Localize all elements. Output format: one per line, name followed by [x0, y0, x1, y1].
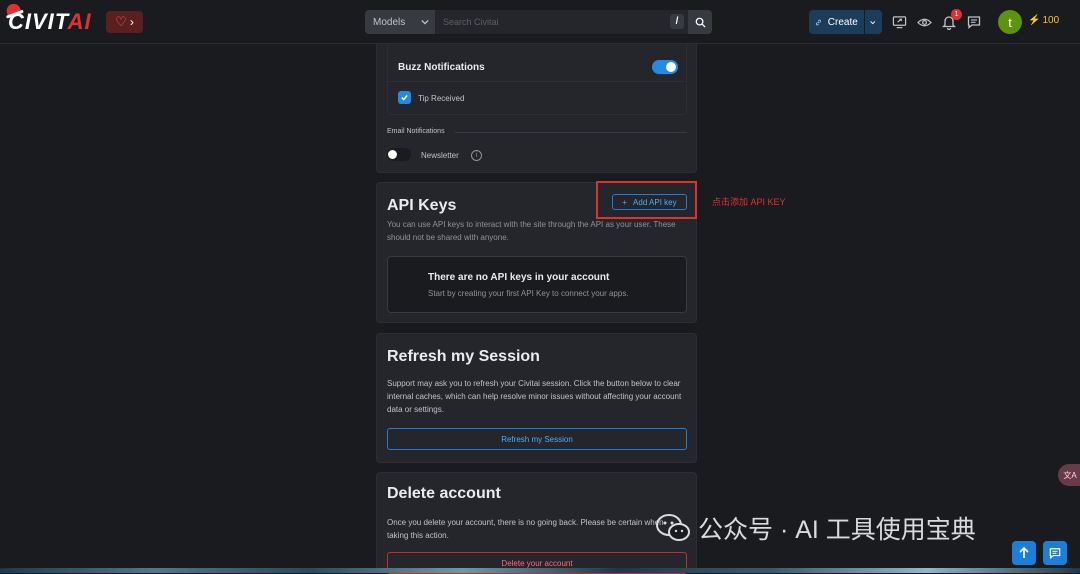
- refresh-session-button-label: Refresh my Session: [501, 434, 573, 444]
- message-icon: [1049, 548, 1061, 559]
- search-input[interactable]: [435, 10, 688, 34]
- screen-share-icon[interactable]: [890, 13, 908, 31]
- tip-received-label: Tip Received: [418, 94, 465, 103]
- chevron-down-icon[interactable]: [870, 18, 876, 27]
- divider: [388, 81, 686, 82]
- buzz-notifications-group: Buzz Notifications Tip Received: [387, 44, 687, 115]
- notification-count-badge: 1: [951, 9, 962, 20]
- api-keys-title: API Keys: [387, 197, 457, 214]
- eye-settings-icon[interactable]: [915, 13, 933, 31]
- logo-text-accent: AI: [67, 9, 92, 34]
- newsletter-toggle[interactable]: [387, 148, 411, 161]
- support-heart-button[interactable]: ♡ ›: [106, 11, 143, 33]
- civitai-logo[interactable]: CIVITAI: [4, 1, 92, 36]
- translate-icon[interactable]: 文A: [1058, 464, 1080, 486]
- search-hotkey-hint: /: [670, 14, 684, 29]
- search-category-select[interactable]: Models: [365, 10, 435, 34]
- buzz-notifications-label: Buzz Notifications: [398, 62, 485, 73]
- create-button[interactable]: Create: [809, 10, 882, 34]
- refresh-session-title: Refresh my Session: [387, 348, 540, 365]
- create-label: Create: [827, 16, 858, 28]
- link-icon: [815, 19, 821, 25]
- chat-icon[interactable]: [965, 13, 983, 31]
- email-notifications-label: Email Notifications: [387, 128, 445, 135]
- tip-received-checkbox[interactable]: [398, 91, 411, 104]
- empty-state-subtitle: Start by creating your first API Key to …: [428, 289, 629, 298]
- delete-account-button-label: Delete your account: [501, 558, 573, 568]
- divider: [455, 132, 687, 133]
- api-keys-empty-state: There are no API keys in your account St…: [387, 256, 687, 313]
- top-header: CIVITAI ♡ › Models / Create 1 t ⚡ 100: [0, 0, 1080, 44]
- search-category-label: Models: [373, 16, 406, 28]
- annotation-text: 点击添加 API KEY: [712, 197, 786, 207]
- buzz-amount: 100: [1042, 15, 1060, 26]
- bell-icon[interactable]: 1: [940, 9, 962, 31]
- search-icon: [695, 17, 706, 28]
- refresh-session-description: Support may ask you to refresh your Civi…: [387, 379, 682, 414]
- api-keys-description: You can use API keys to interact with th…: [387, 220, 676, 242]
- avatar[interactable]: t: [998, 10, 1022, 34]
- search-bar: Models /: [365, 10, 712, 34]
- heart-icon: ♡: [115, 14, 127, 29]
- empty-state-title: There are no API keys in your account: [428, 272, 610, 283]
- notifications-card: Buzz Notifications Tip Received Email No…: [376, 44, 697, 173]
- scroll-to-top-button[interactable]: [1012, 541, 1036, 565]
- support-chat-button[interactable]: [1043, 541, 1067, 565]
- wechat-icon: [656, 514, 690, 541]
- buzz-notifications-toggle[interactable]: [652, 60, 678, 74]
- desktop-background-strip: [0, 568, 1080, 573]
- lightning-icon: ⚡: [1028, 15, 1041, 26]
- arrow-up-icon: [1019, 547, 1029, 558]
- refresh-session-card: Refresh my Session Support may ask you t…: [376, 333, 697, 463]
- delete-account-title: Delete account: [387, 485, 501, 502]
- watermark-text: 公众号 · AI 工具使用宝典: [698, 516, 976, 544]
- info-icon[interactable]: i: [471, 150, 482, 161]
- avatar-initial: t: [1008, 14, 1012, 30]
- delete-account-description: Once you delete your account, there is n…: [387, 518, 664, 540]
- search-button[interactable]: [688, 10, 712, 34]
- checkmark-icon: [401, 95, 408, 101]
- annotation-highlight-box: [596, 181, 697, 219]
- delete-account-card: Delete account Once you delete your acco…: [376, 472, 697, 574]
- buzz-balance[interactable]: ⚡ 100: [1028, 15, 1059, 26]
- chevron-right-icon: ›: [129, 15, 134, 29]
- santa-hat-icon: [4, 1, 22, 17]
- refresh-session-button[interactable]: Refresh my Session: [387, 428, 687, 450]
- newsletter-label: Newsletter: [421, 151, 459, 160]
- chevron-down-icon: [421, 19, 429, 25]
- watermark: 公众号 · AI 工具使用宝典: [656, 510, 976, 546]
